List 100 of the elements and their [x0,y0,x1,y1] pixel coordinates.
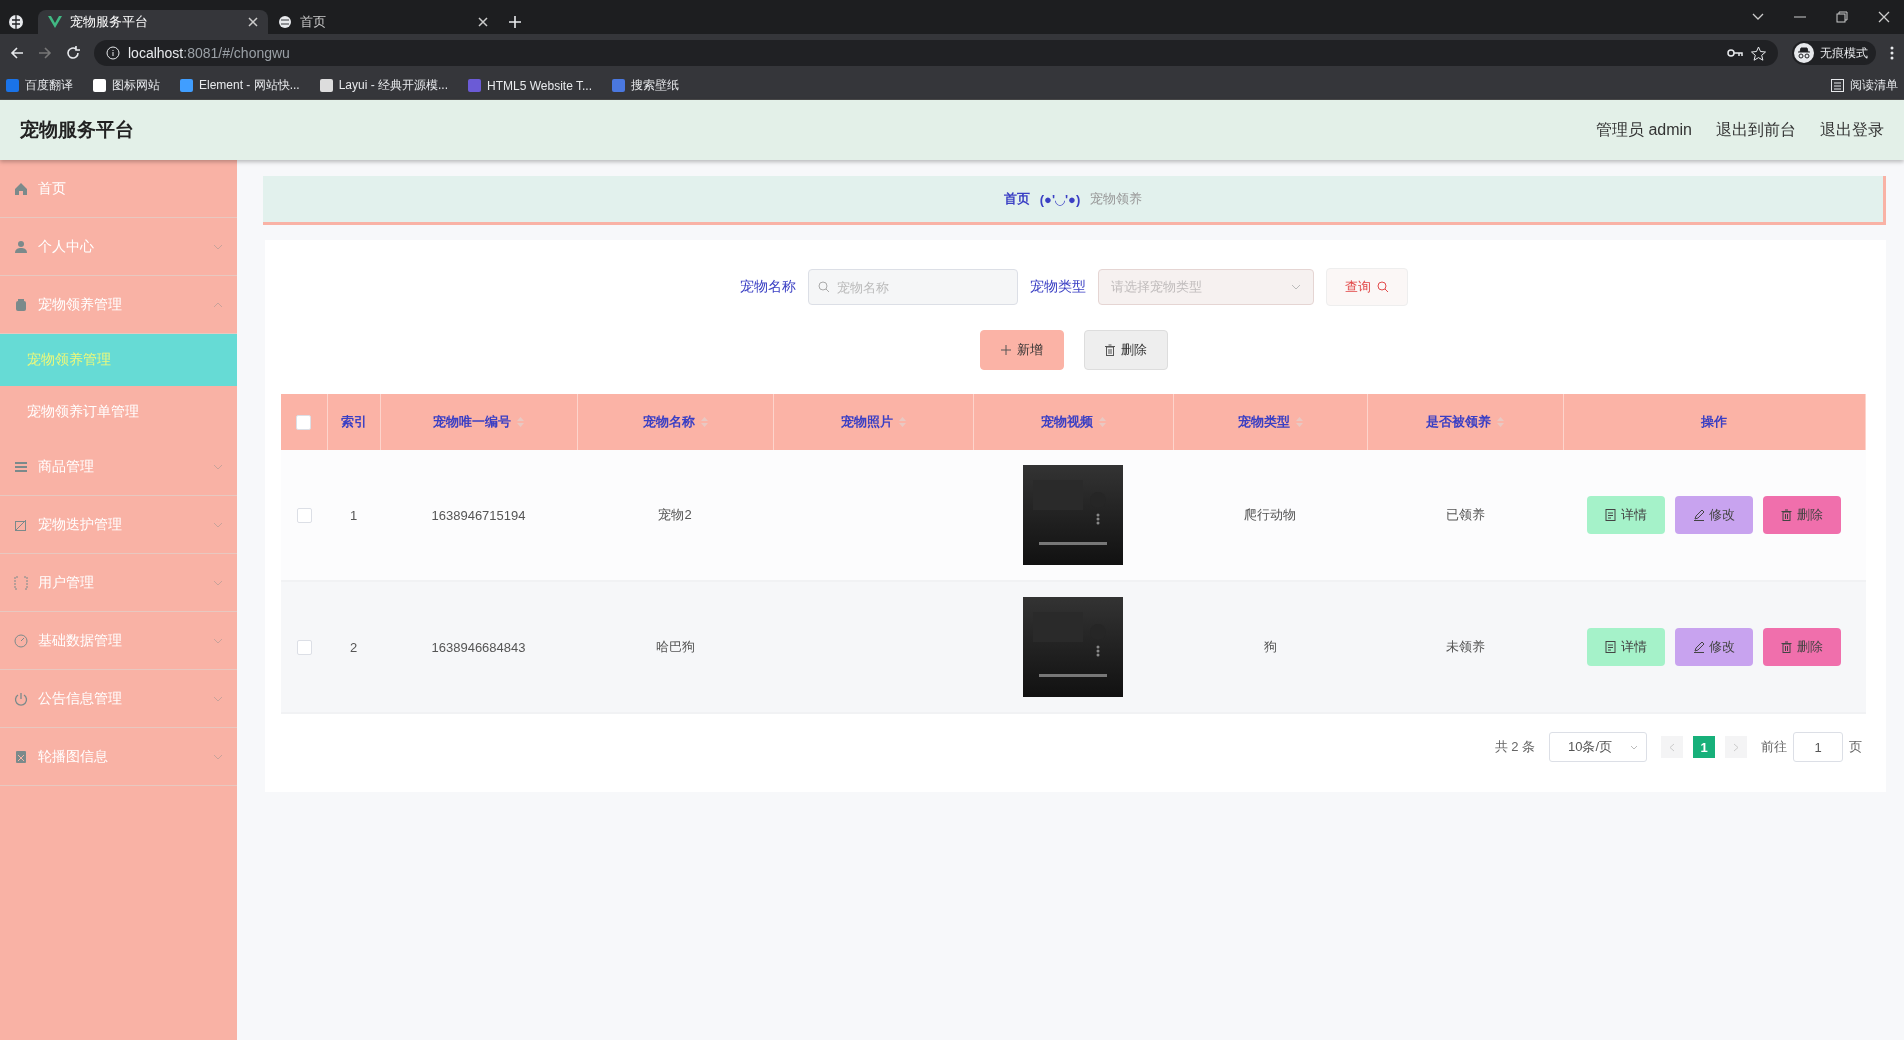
header-link[interactable]: 退出到前台 [1716,119,1796,141]
document-icon [1605,509,1617,521]
bracket-icon [14,575,28,590]
reload-icon[interactable] [66,46,80,60]
tab-title: 宠物服务平台 [70,13,149,31]
tab-title: 首页 [300,13,327,31]
app-title: 宠物服务平台 [20,118,135,142]
add-button[interactable]: 新增 [979,330,1064,370]
info-icon[interactable] [106,46,120,60]
header-link[interactable]: 管理员 admin [1595,119,1692,141]
edit-button[interactable]: 修改 [1675,628,1754,666]
clipboard-icon [14,297,28,312]
reading-list[interactable]: 阅读清单 [1831,77,1898,94]
plus-icon [1000,345,1011,355]
sort-icon[interactable] [700,417,708,427]
close-icon[interactable] [1878,11,1890,23]
table-cell: 1638946684843 [431,639,526,655]
chevron-down-icon [1290,284,1301,290]
page-button[interactable]: 1 [1693,736,1715,758]
column-header: 操作 [1701,413,1728,431]
sort-icon[interactable] [1295,417,1303,427]
bookmark-icon [468,79,482,92]
column-header[interactable]: 宠物类型 [1237,413,1303,431]
bookmark[interactable]: Element - 网站快... [180,77,300,94]
url-text: localhost:8081/#/chongwu [128,45,290,61]
image-icon [14,749,28,764]
bookmark[interactable]: Layui - 经典开源模... [319,77,449,94]
browser-tab[interactable]: 宠物服务平台 [38,10,268,34]
user-icon [14,239,28,254]
power-icon [14,691,28,706]
browser-tab[interactable]: 首页 [268,10,498,34]
incognito-label: 无痕模式 [1820,44,1868,62]
row-checkbox[interactable] [296,640,312,656]
sort-icon[interactable] [517,417,524,427]
key-icon[interactable] [1727,48,1743,58]
sort-icon[interactable] [898,417,906,427]
globe-icon[interactable] [8,14,24,30]
column-header[interactable]: 是否被领养 [1426,413,1504,431]
chevron-down-icon[interactable] [1752,13,1764,21]
field-label: 宠物名称 [739,278,796,296]
close-icon[interactable] [478,17,488,27]
table-cell: 爬行动物 [1244,507,1296,522]
bookmark-icon [612,79,625,92]
column-header[interactable]: 宠物名称 [642,413,708,431]
row-checkbox[interactable] [296,508,312,524]
query-button[interactable]: 查询 [1325,268,1408,306]
list-icon [1831,79,1844,92]
v-logo-icon [48,15,62,29]
minimize-icon[interactable] [1794,16,1806,18]
table-cell: 已领养 [1445,507,1485,522]
column-header[interactable]: 宠物唯一编号 [433,413,524,431]
table-cell: 1638946715194 [431,507,526,523]
next-button[interactable] [1725,736,1747,758]
column-header[interactable]: 宠物照片 [840,413,906,431]
table-cell: 未领养 [1445,639,1485,654]
chevron-right-icon [1733,742,1739,752]
bookmark[interactable]: 图标网站 [93,77,160,94]
close-icon[interactable] [248,17,258,27]
table-cell: 1 [349,507,358,523]
page-input[interactable]: 1 [1793,732,1843,762]
edit-button[interactable]: 修改 [1675,496,1754,534]
bookmark[interactable]: 搜索壁纸 [612,77,679,94]
page-size-select[interactable]: 10条/页 [1549,732,1647,762]
select-all-checkbox[interactable] [296,415,312,431]
forward-icon[interactable] [38,46,52,60]
column-header[interactable]: 宠物视频 [1040,413,1106,431]
gauge-icon [14,633,28,648]
detail-button[interactable]: 详情 [1587,496,1666,534]
table-cell: 2 [349,639,358,655]
sort-icon[interactable] [1497,417,1504,427]
delete-button[interactable]: 删除 [1763,496,1842,534]
globe-icon [278,15,292,29]
delete-button[interactable]: 删除 [1083,330,1168,370]
restore-icon[interactable] [1836,11,1848,23]
home-icon [14,181,28,196]
detail-button[interactable]: 详情 [1587,628,1666,666]
plus-icon[interactable] [508,15,522,29]
header-link[interactable]: 退出登录 [1820,119,1884,141]
prev-button[interactable] [1661,736,1683,758]
pencil-icon [1693,641,1705,653]
delete-button[interactable]: 删除 [1763,628,1842,666]
star-icon[interactable] [1751,45,1766,61]
address-bar[interactable]: localhost:8081/#/chongwu [94,40,1778,66]
page-unit: 页 [1849,738,1862,756]
trash-icon [1781,509,1793,521]
chevron-down-icon [1630,744,1638,750]
bookmark[interactable]: HTML5 Website T... [468,78,592,93]
breadcrumb-link[interactable]: 首页 [1003,190,1030,208]
search-icon [1376,281,1389,293]
chevron-up-icon[interactable] [213,301,223,308]
table-cell: 哈巴狗 [655,639,695,654]
back-icon[interactable] [10,46,24,60]
bookmark[interactable]: 百度翻译 [6,77,73,94]
bookmark-icon [180,79,193,92]
menu-icon[interactable] [1890,46,1894,60]
search-icon [817,281,830,293]
breadcrumb-current: 宠物领养 [1090,190,1143,208]
document-icon [1605,641,1617,653]
sort-icon[interactable] [1098,417,1106,427]
list-icon [14,459,28,474]
